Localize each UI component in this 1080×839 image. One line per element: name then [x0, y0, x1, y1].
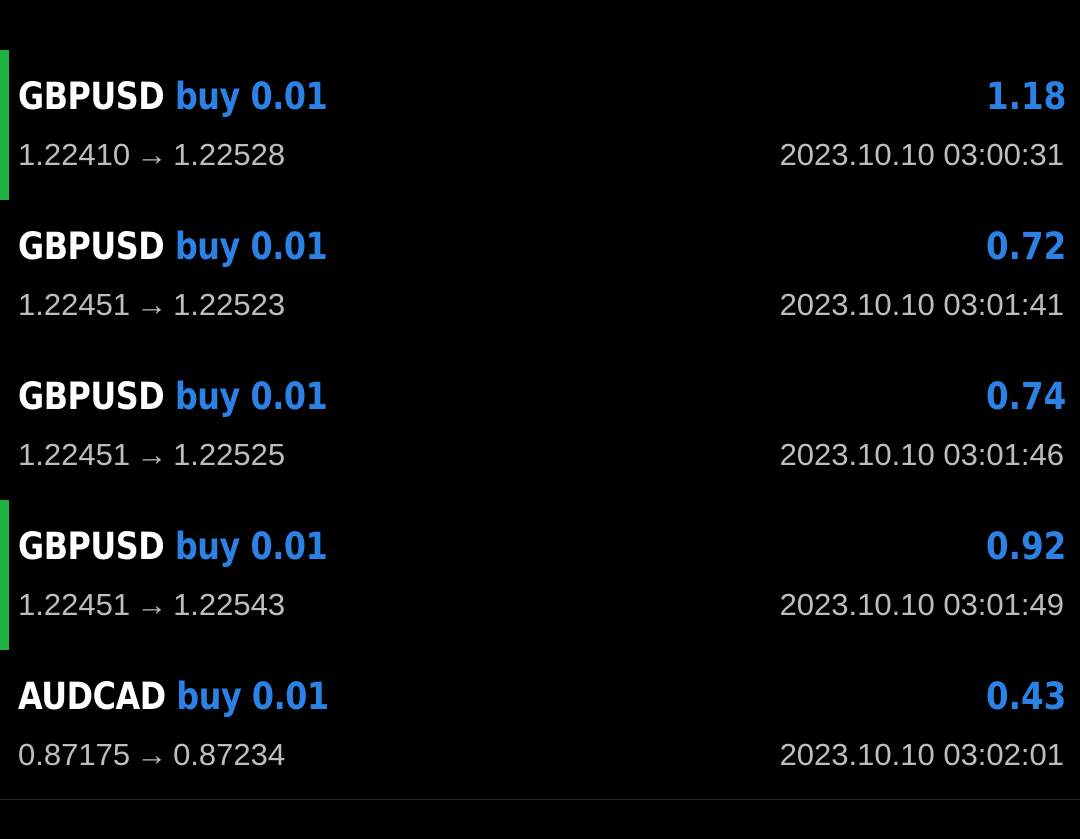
trade-side: buy [174, 525, 240, 568]
trade-row[interactable]: AUDCAD buy 0.01 0.43 0.87175 → 0.87234 202… [0, 650, 1080, 800]
arrow-right-icon: → [136, 587, 168, 622]
trade-side: buy [174, 75, 240, 118]
trade-prices: 1.22410 → 1.22528 [18, 134, 285, 176]
open-price: 1.22410 [18, 137, 131, 172]
close-price: 1.22525 [173, 437, 286, 472]
trade-profit: 0.92 [985, 525, 1066, 568]
trade-volume: 0.01 [250, 525, 328, 568]
close-price: 1.22523 [173, 287, 286, 322]
open-price: 1.22451 [18, 587, 131, 622]
trade-row[interactable]: GBPUSD buy 0.01 0.74 1.22451 → 1.22525 202… [0, 350, 1080, 500]
trade-prices: 1.22451 → 1.22523 [18, 284, 285, 326]
trade-volume: 0.01 [250, 225, 328, 268]
trade-time: 2023.10.10 03:01:46 [779, 437, 1064, 472]
trade-symbol: GBPUSD [18, 225, 165, 268]
trade-row[interactable]: GBPUSD buy 0.01 0.72 1.22451 → 1.22523 202… [0, 200, 1080, 350]
arrow-right-icon: → [136, 437, 168, 472]
trade-time: 2023.10.10 03:01:49 [779, 587, 1064, 622]
open-price: 0.87175 [18, 737, 131, 772]
selection-indicator [0, 500, 9, 650]
trade-row[interactable]: GBPUSD buy 0.01 1.18 1.22410 → 1.22528 202… [0, 50, 1080, 200]
trade-side: buy [174, 225, 240, 268]
trade-volume: 0.01 [250, 375, 328, 418]
trade-symbol: GBPUSD [18, 525, 165, 568]
open-price: 1.22451 [18, 287, 131, 322]
trade-prices: 1.22451 → 1.22525 [18, 434, 285, 476]
trade-prices: 1.22451 → 1.22543 [18, 584, 285, 626]
trade-profit: 0.72 [985, 225, 1066, 268]
trade-symbol: GBPUSD [18, 375, 165, 418]
arrow-right-icon: → [136, 737, 168, 772]
trade-time: 2023.10.10 03:00:31 [779, 137, 1064, 172]
trade-row[interactable]: GBPUSD buy 0.01 0.92 1.22451 → 1.22543 202… [0, 500, 1080, 650]
selection-indicator [0, 50, 9, 200]
trade-side: buy [174, 375, 240, 418]
close-price: 0.87234 [173, 737, 286, 772]
trade-header: AUDCAD buy 0.01 [18, 672, 329, 722]
trade-profit: 0.74 [985, 375, 1066, 418]
trade-symbol: GBPUSD [18, 75, 165, 118]
close-price: 1.22543 [173, 587, 286, 622]
open-price: 1.22451 [18, 437, 131, 472]
arrow-right-icon: → [136, 137, 168, 172]
trade-time: 2023.10.10 03:02:01 [779, 737, 1064, 772]
trade-prices: 0.87175 → 0.87234 [18, 734, 285, 776]
arrow-right-icon: → [136, 287, 168, 322]
trade-profit: 1.18 [985, 75, 1066, 118]
trade-symbol: AUDCAD [18, 675, 166, 718]
trade-header: GBPUSD buy 0.01 [18, 372, 328, 422]
list-divider [0, 799, 1080, 800]
trade-header: GBPUSD buy 0.01 [18, 72, 328, 122]
trade-side: buy [176, 675, 242, 718]
trade-header: GBPUSD buy 0.01 [18, 522, 328, 572]
trade-header: GBPUSD buy 0.01 [18, 222, 328, 272]
trade-volume: 0.01 [250, 75, 328, 118]
trade-profit: 0.43 [985, 675, 1066, 718]
trade-time: 2023.10.10 03:01:41 [779, 287, 1064, 322]
close-price: 1.22528 [173, 137, 286, 172]
trade-volume: 0.01 [251, 675, 329, 718]
